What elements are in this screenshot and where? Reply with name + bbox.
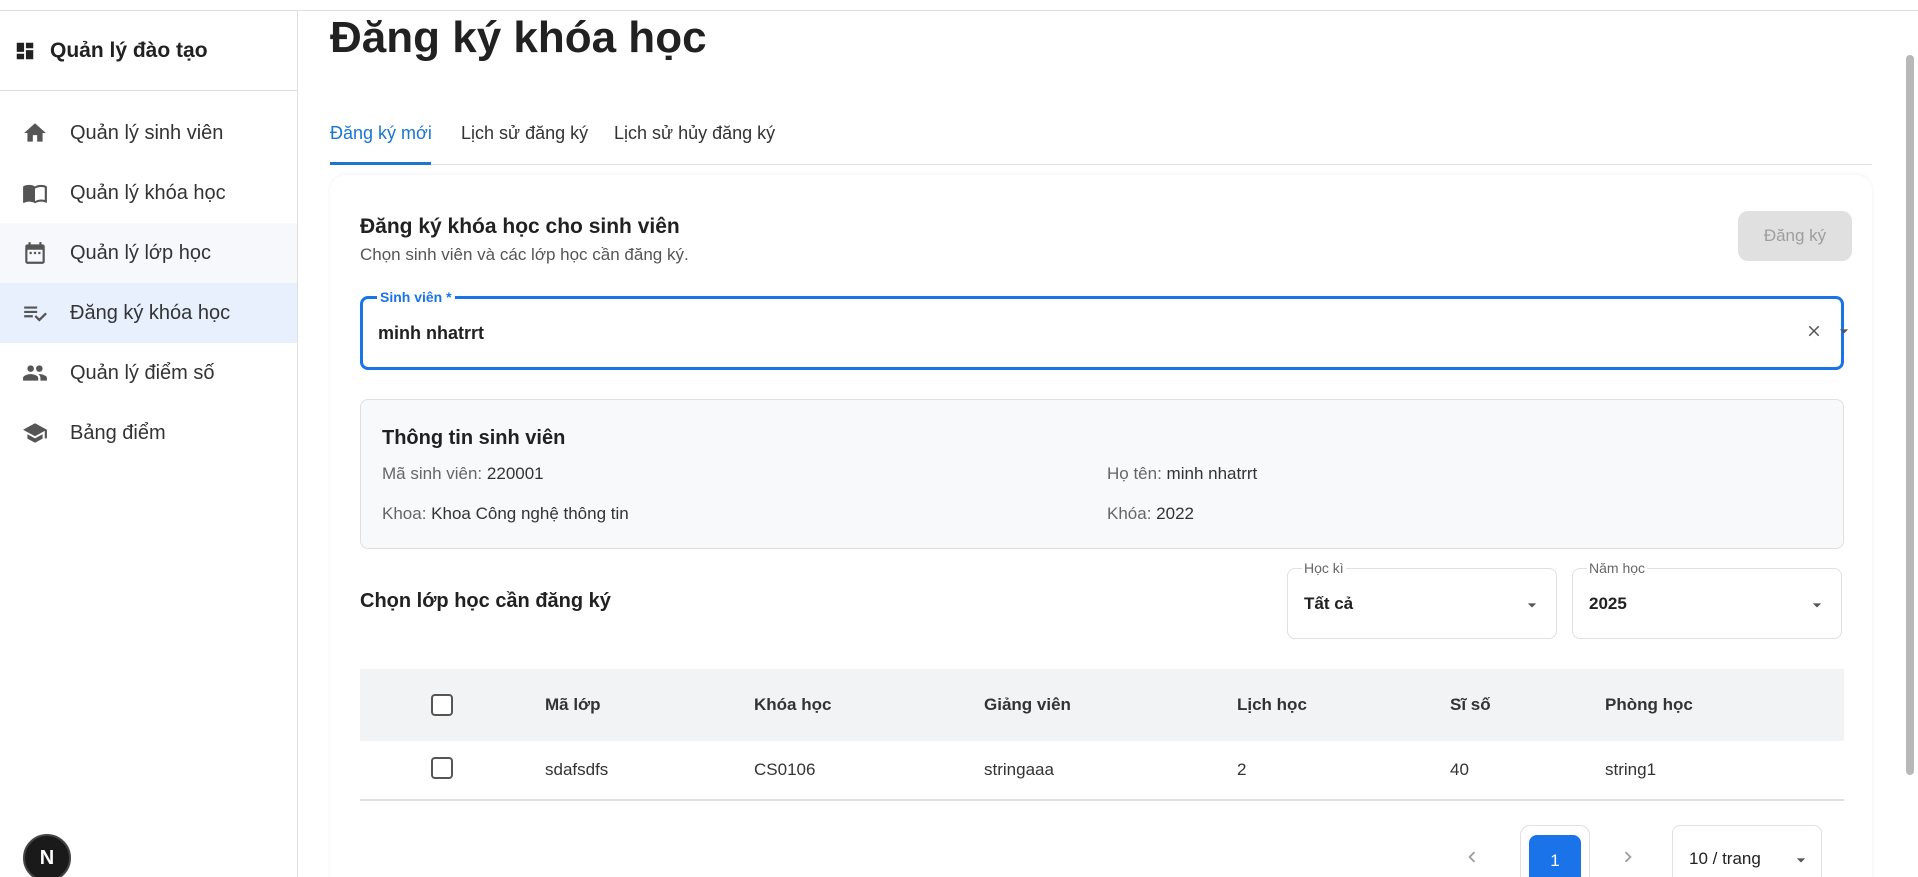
- page-size-value: 10 / trang: [1689, 849, 1761, 868]
- student-field-label: Sinh viên *: [377, 289, 455, 305]
- column-header[interactable]: Lịch học: [1237, 695, 1307, 715]
- school-icon: [22, 420, 48, 446]
- student-name-value: minh nhatrrt: [1166, 464, 1258, 483]
- dashboard-icon: [16, 42, 34, 59]
- chevron-right-icon[interactable]: [1616, 845, 1640, 869]
- student-name-row: Họ tên: minh nhatrrt: [1107, 464, 1257, 484]
- cohort-row: Khóa: 2022: [1107, 504, 1194, 524]
- column-header[interactable]: Mã lớp: [545, 695, 601, 715]
- chevron-left-icon[interactable]: [1460, 845, 1484, 869]
- cell-lecturer: stringaaa: [984, 760, 1054, 779]
- column-header[interactable]: Khóa học: [754, 695, 831, 715]
- school-year-select[interactable]: Năm học 2025: [1572, 560, 1842, 639]
- sidebar-item-class-management[interactable]: Quản lý lớp học: [0, 223, 297, 283]
- clear-icon[interactable]: [1803, 319, 1825, 343]
- faculty-value: Khoa Công nghệ thông tin: [431, 504, 629, 523]
- tab-cancellation-history[interactable]: Lịch sử hủy đăng ký: [614, 123, 775, 144]
- sidebar-item-label: Quản lý sinh viên: [70, 121, 224, 144]
- arrow-drop-down-icon: [1807, 595, 1827, 615]
- school-year-select-label: Năm học: [1587, 560, 1648, 576]
- column-header[interactable]: Phòng học: [1605, 695, 1693, 715]
- tab-bar: Đăng ký mới Lịch sử đăng ký Lịch sử hủy …: [330, 109, 1872, 165]
- home-icon: [22, 120, 48, 146]
- page-number-wrapper: 1: [1520, 825, 1590, 877]
- cell-capacity: 40: [1450, 760, 1469, 779]
- form-subtitle: Chọn sinh viên và các lớp học cần đăng k…: [360, 245, 689, 264]
- student-field-value[interactable]: minh nhatrrt: [378, 323, 484, 344]
- nextjs-dev-badge[interactable]: N: [23, 834, 71, 877]
- tab-registration-history[interactable]: Lịch sử đăng ký: [461, 123, 588, 144]
- faculty-row: Khoa: Khoa Công nghệ thông tin: [382, 504, 629, 524]
- sidebar-item-label: Quản lý khóa học: [70, 181, 226, 204]
- sidebar-item-student-management[interactable]: Quản lý sinh viên: [0, 103, 297, 163]
- calendar-icon: [22, 240, 48, 266]
- table-row[interactable]: sdafsdfs CS0106 stringaaa 2 40 string1: [360, 741, 1844, 801]
- sidebar-item-label: Quản lý lớp học: [70, 241, 211, 264]
- cell-schedule: 2: [1237, 760, 1247, 779]
- student-name-label: Họ tên:: [1107, 464, 1162, 483]
- student-id-row: Mã sinh viên: 220001: [382, 464, 544, 484]
- arrow-drop-down-icon: [1791, 850, 1811, 870]
- register-button[interactable]: Đăng ký: [1738, 211, 1852, 261]
- table-header: Mã lớp Khóa học Giảng viên Lịch học Sĩ s…: [360, 669, 1844, 741]
- people-icon: [22, 360, 48, 386]
- sidebar-item-transcript[interactable]: Bảng điểm: [0, 403, 297, 463]
- class-table: Mã lớp Khóa học Giảng viên Lịch học Sĩ s…: [360, 669, 1844, 801]
- brand[interactable]: Quản lý đào tạo: [0, 11, 298, 91]
- sidebar-item-course-registration[interactable]: Đăng ký khóa học: [0, 283, 297, 343]
- form-title: Đăng ký khóa học cho sinh viên: [360, 215, 680, 238]
- page-title: Đăng ký khóa học: [330, 13, 707, 62]
- semester-select-label: Học kì: [1302, 560, 1346, 576]
- page-button-current[interactable]: 1: [1529, 835, 1581, 877]
- sidebar-item-label: Quản lý điểm số: [70, 361, 215, 384]
- cohort-value: 2022: [1156, 504, 1194, 523]
- semester-select-value: Tất cả: [1304, 594, 1354, 613]
- sidebar: Quản lý đào tạo Quản lý sinh viên Quản l…: [0, 11, 298, 877]
- student-autocomplete[interactable]: Sinh viên * minh nhatrrt: [360, 289, 1849, 370]
- cell-course: CS0106: [754, 760, 816, 779]
- sidebar-item-label: Bảng điểm: [70, 421, 166, 444]
- sidebar-item-label: Đăng ký khóa học: [70, 301, 231, 324]
- tab-new-registration[interactable]: Đăng ký mới: [330, 123, 432, 144]
- arrow-drop-down-icon: [1522, 595, 1542, 615]
- cell-class-code: sdafsdfs: [545, 760, 609, 779]
- book-open-icon: [22, 180, 48, 206]
- sidebar-item-grade-management[interactable]: Quản lý điểm số: [0, 343, 297, 403]
- faculty-label: Khoa:: [382, 504, 427, 523]
- pagination: 1 10 / trang: [330, 823, 1872, 877]
- select-all-checkbox[interactable]: [431, 694, 453, 716]
- column-header[interactable]: Sĩ số: [1450, 695, 1491, 715]
- student-id-label: Mã sinh viên:: [382, 464, 483, 483]
- student-info-panel: Thông tin sinh viên Mã sinh viên: 220001…: [360, 399, 1844, 549]
- sidebar-nav: Quản lý sinh viên Quản lý khóa học Quản …: [0, 103, 297, 463]
- cohort-label: Khóa:: [1107, 504, 1152, 523]
- page-scrollbar[interactable]: [1906, 55, 1914, 775]
- arrow-drop-down-icon[interactable]: [1834, 320, 1854, 342]
- cell-room: string1: [1605, 760, 1657, 779]
- class-select-title: Chọn lớp học cần đăng ký: [360, 590, 611, 612]
- page-size-select[interactable]: 10 / trang: [1672, 825, 1822, 877]
- app-title: Quản lý đào tạo: [50, 38, 208, 62]
- column-header[interactable]: Giảng viên: [984, 695, 1071, 715]
- row-checkbox[interactable]: [431, 757, 453, 779]
- sidebar-item-course-management[interactable]: Quản lý khóa học: [0, 163, 297, 223]
- student-info-title: Thông tin sinh viên: [382, 427, 566, 449]
- student-id-value: 220001: [486, 464, 544, 483]
- semester-select[interactable]: Học kì Tất cả: [1287, 560, 1557, 639]
- playlist-check-icon: [22, 300, 48, 326]
- registration-card: Đăng ký khóa học cho sinh viên Chọn sinh…: [330, 175, 1872, 877]
- active-tab-indicator: [330, 162, 431, 165]
- school-year-select-value: 2025: [1589, 594, 1627, 613]
